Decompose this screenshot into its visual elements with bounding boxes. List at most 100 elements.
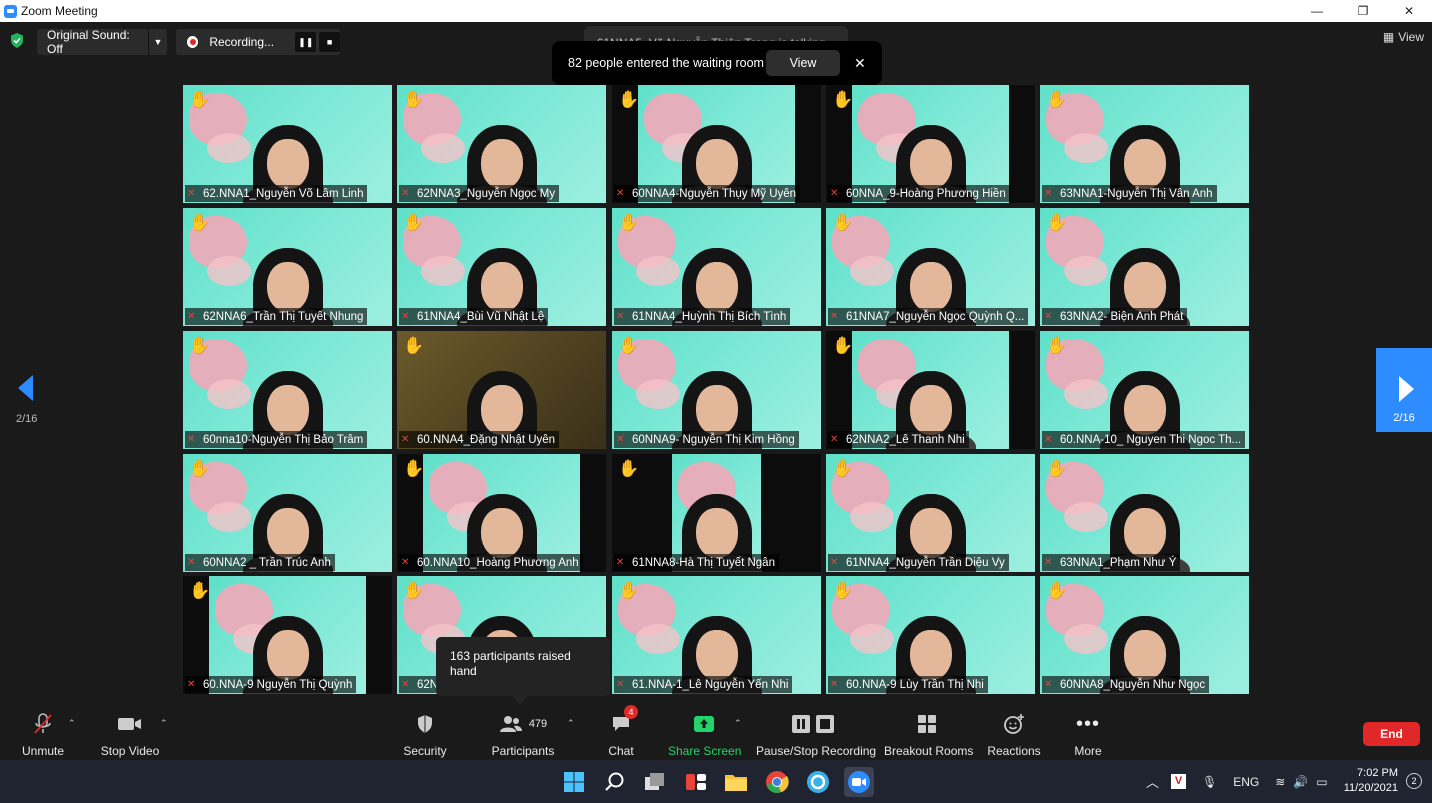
tray-app-icon[interactable]: V <box>1171 774 1187 789</box>
close-icon[interactable]: ✕ <box>854 55 866 72</box>
participant-name: 60NNA4-Nguyễn Thụy Mỹ Uyên <box>632 187 797 200</box>
widgets-icon[interactable] <box>681 767 711 797</box>
next-page-button[interactable]: 2/16 <box>1376 348 1432 432</box>
participant-video-tile[interactable]: ✋ ✕ 60NNA_9-Hoàng Phương Hiền <box>826 85 1035 203</box>
minimize-button[interactable]: — <box>1294 0 1340 22</box>
audio-options-chevron-icon[interactable]: ⌃ <box>68 718 76 729</box>
participant-name: 62N <box>417 678 439 691</box>
breakout-rooms-label: Breakout Rooms <box>884 744 974 758</box>
previous-page-button[interactable]: 2/16 <box>16 375 40 425</box>
encryption-shield-icon[interactable] <box>10 33 24 48</box>
raised-hand-icon: ✋ <box>618 90 640 109</box>
wifi-icon[interactable]: ≋ <box>1275 775 1285 789</box>
unmute-button[interactable]: Unmute <box>18 712 68 758</box>
reactions-button[interactable]: Reactions <box>986 712 1042 758</box>
participant-video-tile[interactable]: ✋ ✕ 60.NNA-9 Lùy Trần Thị Nhi <box>826 576 1035 694</box>
waiting-room-view-button[interactable]: View <box>766 50 840 76</box>
original-sound-label: Original Sound: Off <box>37 28 149 56</box>
participant-name-label: ✕ 61NNA4_Huỳnh Thị Bích Tình <box>614 308 791 325</box>
participant-video-tile[interactable]: ✋ ✕ 62NNA2_Lê Thanh Nhi <box>826 331 1035 449</box>
participant-video-tile[interactable]: ✋ ✕ 62NNA3_Nguyễn Ngọc My <box>397 85 606 203</box>
muted-mic-icon: ✕ <box>401 557 410 568</box>
volume-icon[interactable]: 🔊 <box>1293 775 1308 789</box>
muted-mic-icon: ✕ <box>187 679 196 690</box>
pause-recording-button[interactable]: ❚❚ <box>295 32 317 52</box>
participant-name-label: ✕ 62NNA2_Lê Thanh Nhi <box>828 431 969 448</box>
pause-stop-recording-button[interactable]: Pause/Stop Recording <box>756 712 876 758</box>
participant-video-tile[interactable]: ✋ ✕ 60NNA2 _ Trần Trúc Anh <box>183 454 392 572</box>
share-screen-button[interactable]: Share Screen <box>668 712 741 758</box>
participant-video-tile[interactable]: ✋ ✕ 63NNA1_Phạm Như Ý <box>1040 454 1249 572</box>
participant-video-tile[interactable]: ✋ ✕ 60NNA9- Nguyễn Thị Kim Hồng <box>612 331 821 449</box>
stop-video-button[interactable]: Stop Video <box>98 712 162 758</box>
view-button[interactable]: ▦ View <box>1383 30 1424 44</box>
cortana-icon[interactable] <box>803 767 833 797</box>
participant-video-tile[interactable]: ✋ ✕ 60nna10-Nguyễn Thị Bảo Trâm <box>183 331 392 449</box>
stop-recording-button[interactable]: ■ <box>319 32 340 52</box>
participant-name-label: ✕ 60.NNA-9 Lùy Trần Thị Nhi <box>828 676 988 693</box>
microphone-icon[interactable]: 🎙 <box>1202 775 1217 789</box>
close-window-button[interactable]: ✕ <box>1386 0 1432 22</box>
search-icon[interactable] <box>600 767 630 797</box>
participant-name: 62.NNA1_Nguyễn Võ Lâm Linh <box>203 187 364 200</box>
task-view-icon[interactable] <box>640 767 670 797</box>
participant-video-tile[interactable]: ✋ ✕ 62.NNA1_Nguyễn Võ Lâm Linh <box>183 85 392 203</box>
chat-button[interactable]: 4 Chat <box>600 705 642 758</box>
arrow-right-icon <box>1399 376 1414 402</box>
file-explorer-icon[interactable] <box>721 767 751 797</box>
participants-options-chevron-icon[interactable]: ⌃ <box>567 718 575 729</box>
maximize-button[interactable]: ❐ <box>1340 0 1386 22</box>
windows-start-icon[interactable] <box>559 767 589 797</box>
participant-name: 60NNA8_Nguyễn Như Ngọc <box>1060 678 1206 691</box>
participant-video-tile[interactable]: ✋ ✕ 60.NNA10_Hoàng Phương Anh <box>397 454 606 572</box>
participant-name: 61NNA7_Nguyễn Ngọc Quỳnh Q... <box>846 310 1025 323</box>
zoom-taskbar-icon[interactable] <box>844 767 874 797</box>
breakout-rooms-button[interactable]: Breakout Rooms <box>884 712 974 758</box>
participant-video-tile[interactable]: ✋ ✕ 61NNA4_Huỳnh Thị Bích Tình <box>612 208 821 326</box>
muted-mic-icon: ✕ <box>401 434 410 445</box>
security-label: Security <box>403 744 447 758</box>
muted-mic-icon: ✕ <box>830 434 839 445</box>
end-meeting-button[interactable]: End <box>1363 722 1420 746</box>
video-options-chevron-icon[interactable]: ⌃ <box>160 718 168 729</box>
participant-video-tile[interactable]: ✋ ✕ 61NNA7_Nguyễn Ngọc Quỳnh Q... <box>826 208 1035 326</box>
participant-video-tile[interactable]: ✋ ✕ 61.NNA-1_Lê Nguyễn Yến Nhi <box>612 576 821 694</box>
notification-count-badge[interactable]: 2 <box>1406 773 1422 789</box>
share-options-chevron-icon[interactable]: ⌃ <box>734 718 742 729</box>
security-shield-icon <box>400 712 450 736</box>
participant-video-tile[interactable]: ✋ ✕ 60.NNA-10_ Nguyen Thi Ngoc Th... <box>1040 331 1249 449</box>
participant-video-tile[interactable]: ✋ ✕ 60.NNA4_Đặng Nhật Uyên <box>397 331 606 449</box>
language-indicator[interactable]: ENG <box>1233 775 1259 789</box>
muted-mic-icon: ✕ <box>616 557 625 568</box>
participant-video-tile[interactable]: ✋ ✕ 60NNA4-Nguyễn Thụy Mỹ Uyên <box>612 85 821 203</box>
participant-video-tile[interactable]: ✋ ✕ 62NNA6_Trần Thị Tuyết Nhung <box>183 208 392 326</box>
participant-video-tile[interactable]: ✋ ✕ 61NNA4_Nguyễn Trần Diệu Vy <box>826 454 1035 572</box>
raised-hand-icon: ✋ <box>403 581 425 600</box>
raised-hand-icon: ✋ <box>832 336 854 355</box>
original-sound-button[interactable]: Original Sound: Off ▼ <box>37 28 167 56</box>
participant-name-label: ✕ 60NNA8_Nguyễn Như Ngọc <box>1042 676 1210 693</box>
participant-name-label: ✕ 62NNA6_Trần Thị Tuyết Nhung <box>185 308 368 325</box>
chrome-icon[interactable] <box>762 767 792 797</box>
participant-name: 63NNA1_Phạm Như Ý <box>1060 556 1177 569</box>
muted-mic-icon: ✕ <box>616 311 625 322</box>
participant-video-tile[interactable]: ✋ ✕ 60NNA8_Nguyễn Như Ngọc <box>1040 576 1249 694</box>
clock-date: 11/20/2021 <box>1343 782 1398 794</box>
participant-video-tile[interactable]: ✋ ✕ 60.NNA-9 Nguyễn Thị Quỳnh <box>183 576 392 694</box>
participants-button[interactable]: 479 Participants <box>490 712 556 758</box>
participant-video-tile[interactable]: ✋ ✕ 63NNA1-Nguyễn Thị Vân Anh <box>1040 85 1249 203</box>
system-clock[interactable]: 7:02 PM 11/20/2021 <box>1344 766 1398 796</box>
participant-video-tile[interactable]: ✋ ✕ 63NNA2- Biện Anh Phát <box>1040 208 1249 326</box>
more-button[interactable]: ••• More <box>1066 712 1110 759</box>
security-button[interactable]: Security <box>400 712 450 758</box>
muted-mic-icon: ✕ <box>830 311 839 322</box>
participant-video-tile[interactable]: ✋ ✕ 61NNA8-Hà Thị Tuyết Ngân <box>612 454 821 572</box>
smiley-icon <box>986 712 1042 736</box>
chevron-down-icon[interactable]: ▼ <box>149 37 167 47</box>
raised-hand-icon: ✋ <box>403 213 425 232</box>
chevron-up-icon[interactable]: ︿ <box>1146 772 1159 791</box>
share-screen-icon <box>668 712 740 736</box>
participant-video-tile[interactable]: ✋ ✕ 61NNA4_Bùi Vũ Nhật Lệ <box>397 208 606 326</box>
raised-hand-icon: ✋ <box>1046 581 1068 600</box>
battery-icon[interactable]: ▭ <box>1316 775 1327 789</box>
